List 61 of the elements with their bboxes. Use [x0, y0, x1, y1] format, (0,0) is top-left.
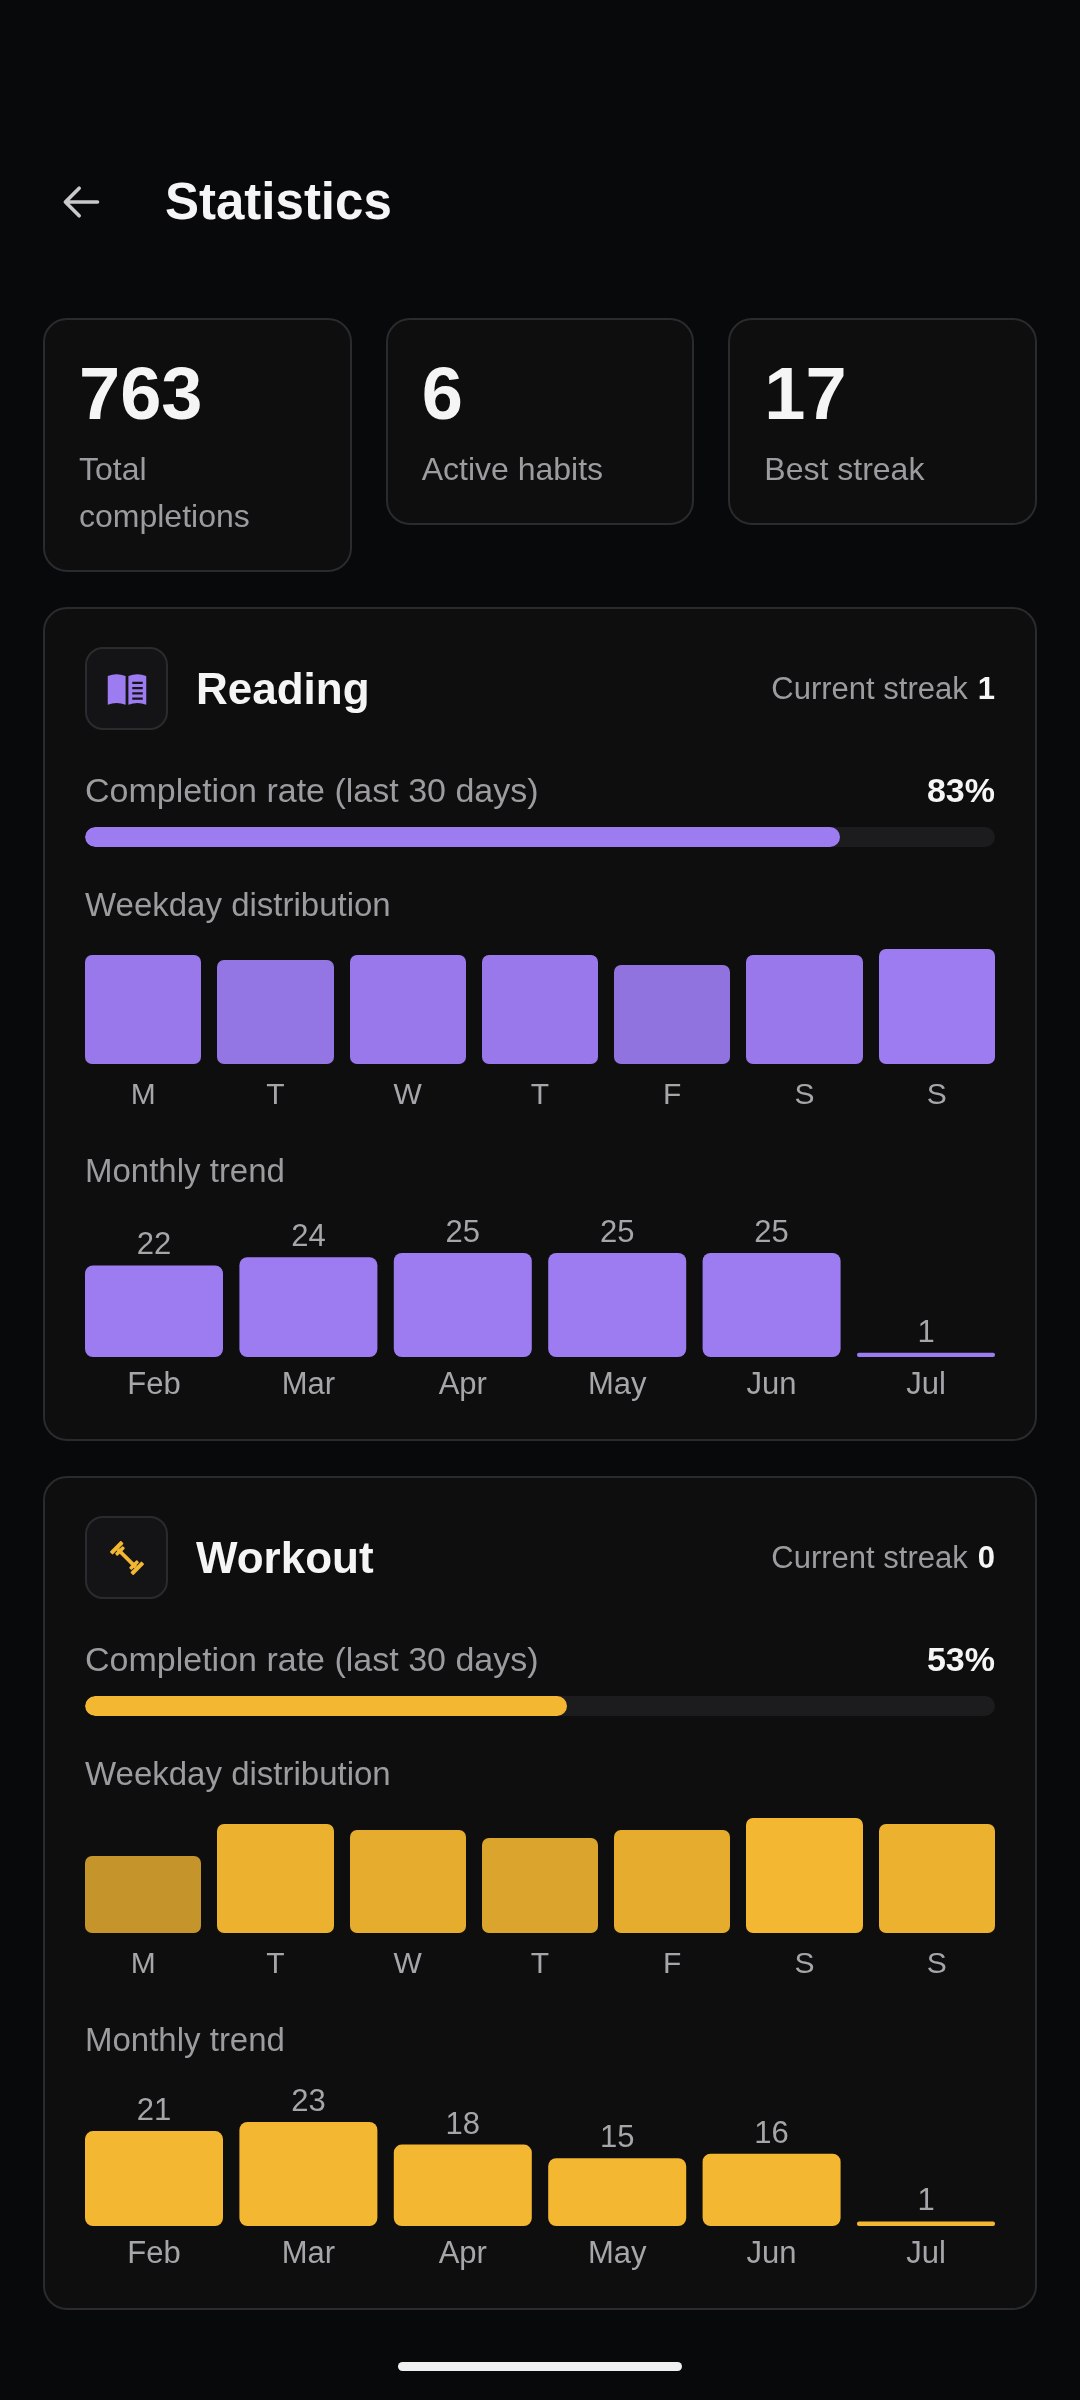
stat-value: 763 — [79, 352, 204, 436]
completion-rate-label: Completion rate (last 30 days) — [85, 1639, 539, 1679]
month-label: Feb — [127, 1366, 181, 1401]
bar-value-label: 1 — [917, 2182, 935, 2218]
completion-percent: 83% — [926, 770, 995, 810]
dumbbell-icon — [85, 1516, 168, 1599]
month-label: Apr — [438, 1366, 487, 1401]
weekday-label: S — [925, 1945, 948, 1981]
weekday-label: W — [392, 1945, 423, 1981]
bar-value-label: 22 — [136, 1226, 172, 1262]
streak-label: Current streak — [771, 670, 968, 707]
section-title: Weekday distribution — [85, 1754, 392, 1794]
month-label: May — [587, 1366, 647, 1401]
habit-name: Workout — [196, 1532, 375, 1583]
bar-value-label: 24 — [291, 1218, 326, 1254]
month-label: Feb — [127, 2235, 181, 2270]
month-label: Jul — [906, 1366, 946, 1401]
month-label: Jun — [746, 2235, 797, 2270]
streak-value: 0 — [977, 1539, 995, 1576]
weekday-label: W — [392, 1076, 423, 1112]
weekday-label: S — [925, 1076, 948, 1112]
month-label: Jun — [746, 1366, 797, 1401]
weekday-label: T — [529, 1945, 551, 1981]
weekday-label: T — [529, 1076, 551, 1112]
stat-value: 6 — [421, 352, 464, 436]
weekday-label: M — [129, 1945, 157, 1981]
weekday-label: S — [793, 1076, 816, 1112]
month-label: May — [587, 2235, 647, 2270]
weekday-label: M — [129, 1076, 157, 1112]
streak-label: Current streak — [771, 1539, 968, 1576]
bar-value-label: 21 — [136, 2092, 172, 2128]
month-label: Mar — [281, 2235, 336, 2270]
weekday-label: F — [662, 1076, 683, 1112]
bar-value-label: 18 — [445, 2105, 481, 2141]
bar-value-label: 25 — [599, 1214, 635, 1249]
weekday-label: F — [662, 1945, 683, 1981]
section-title: Monthly trend — [85, 2020, 286, 2060]
streak-value: 1 — [977, 670, 995, 707]
book-icon — [85, 647, 168, 730]
month-label: Mar — [281, 1366, 336, 1401]
bar-value-label: 25 — [445, 1214, 481, 1249]
stat-label: Active habits — [421, 450, 605, 489]
bar-value-label: 1 — [917, 1313, 935, 1349]
stat-value: 17 — [764, 352, 848, 436]
month-label: Apr — [438, 2235, 487, 2270]
bar-value-label: 25 — [754, 1214, 789, 1249]
bar-value-label: 23 — [291, 2083, 326, 2118]
weekday-label: S — [793, 1945, 816, 1981]
bar-value-label: 16 — [754, 2114, 789, 2150]
completion-percent: 53% — [926, 1639, 995, 1679]
section-title: Monthly trend — [85, 1151, 286, 1191]
completion-rate-label: Completion rate (last 30 days) — [85, 770, 539, 810]
month-label: Jul — [906, 2235, 946, 2270]
weekday-label: T — [265, 1076, 286, 1112]
stat-label: Best streak — [764, 450, 926, 489]
page-title: Statistics — [165, 172, 392, 232]
stat-label: Total completions — [79, 450, 251, 536]
section-title: Weekday distribution — [85, 885, 392, 925]
weekday-label: T — [265, 1945, 286, 1981]
bar-value-label: 15 — [599, 2119, 635, 2155]
habit-name: Reading — [196, 663, 371, 714]
